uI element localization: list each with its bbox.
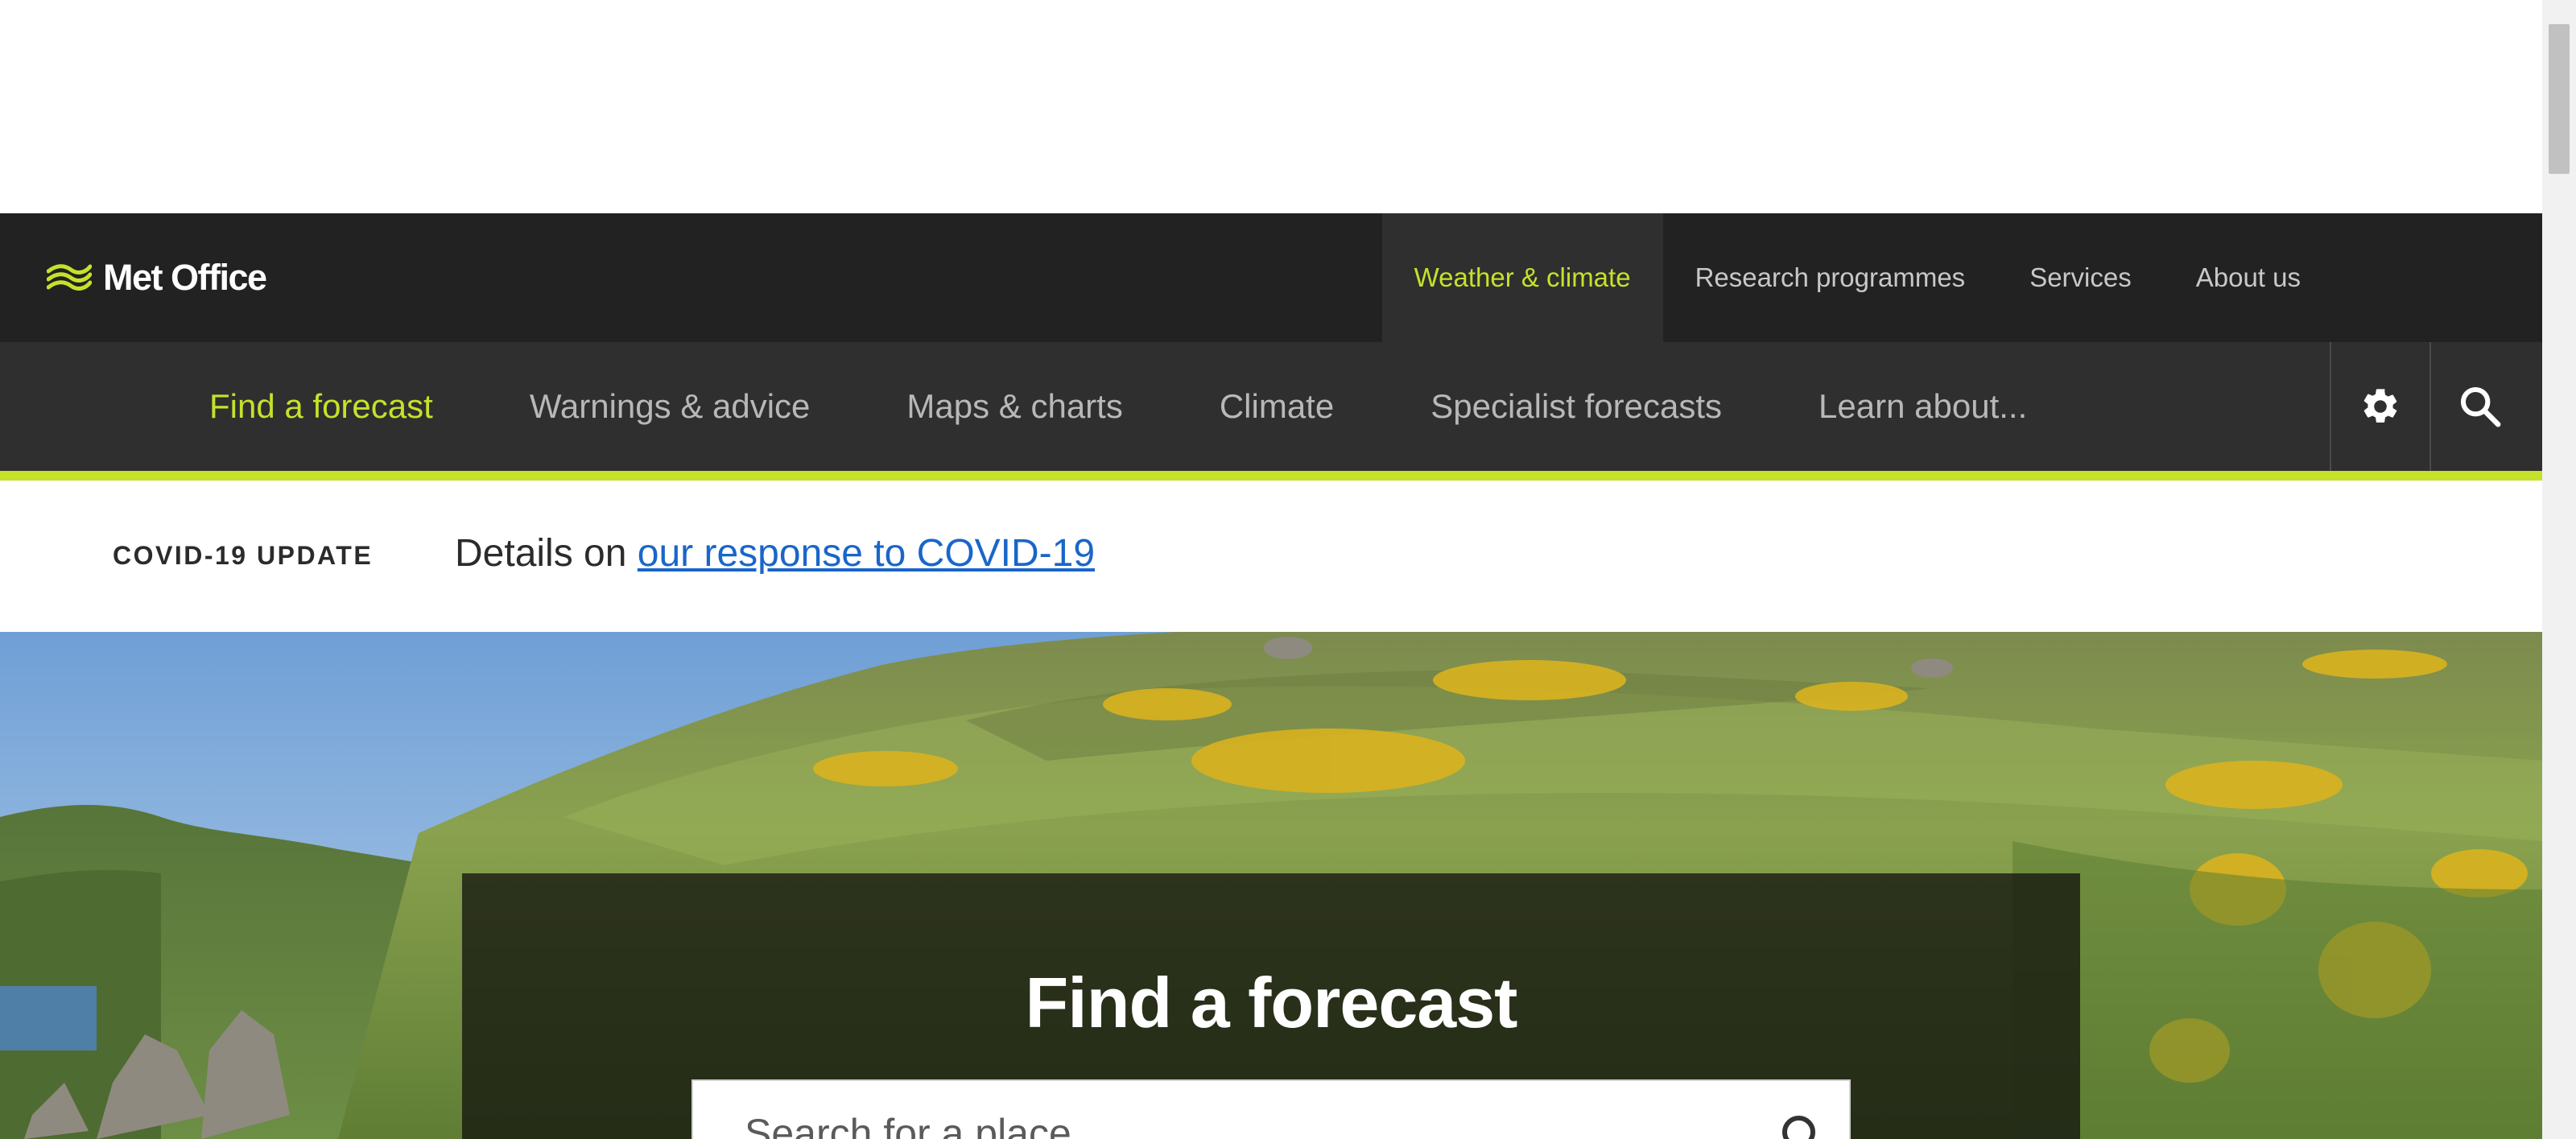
- met-office-logo[interactable]: Met Office: [47, 252, 267, 303]
- main-nav-specialist-forecasts[interactable]: Specialist forecasts: [1382, 342, 1770, 471]
- main-nav-items: Find a forecast Warnings & advice Maps &…: [161, 342, 2075, 471]
- main-nav-learn-about[interactable]: Learn about...: [1770, 342, 2075, 471]
- find-forecast-heading: Find a forecast: [1025, 963, 1518, 1042]
- top-nav-services[interactable]: Services: [1997, 213, 2164, 342]
- covid-label: COVID-19 UPDATE: [113, 541, 374, 570]
- logo-text: Met Office: [103, 257, 267, 298]
- covid-text-prefix: Details on: [455, 532, 638, 575]
- main-nav-maps-charts[interactable]: Maps & charts: [858, 342, 1170, 471]
- top-nav-research-programmes[interactable]: Research programmes: [1663, 213, 1998, 342]
- main-nav: Find a forecast Warnings & advice Maps &…: [0, 342, 2542, 471]
- ad-space: [0, 0, 2542, 213]
- site-header: Met Office Weather & climate Research pr…: [0, 213, 2542, 342]
- main-nav-climate[interactable]: Climate: [1171, 342, 1382, 471]
- scrollbar-thumb[interactable]: [2549, 24, 2570, 174]
- nav-accent-bar: [0, 471, 2542, 481]
- page-viewport: Met Office Weather & climate Research pr…: [0, 0, 2542, 1139]
- covid-response-link[interactable]: our response to COVID-19: [638, 532, 1095, 575]
- top-nav-weather-climate[interactable]: Weather & climate: [1381, 213, 1663, 342]
- covid-banner: [0, 481, 2542, 632]
- logo-waves-icon: [47, 264, 92, 291]
- place-search-box: [691, 1079, 1851, 1139]
- find-forecast-panel: Find a forecast: [462, 873, 2080, 1139]
- top-nav-about-us[interactable]: About us: [2164, 213, 2333, 342]
- place-search-input[interactable]: [693, 1081, 1740, 1139]
- main-nav-warnings-advice[interactable]: Warnings & advice: [481, 342, 859, 471]
- search-icon[interactable]: [1777, 1110, 1825, 1139]
- main-nav-find-a-forecast[interactable]: Find a forecast: [161, 342, 481, 471]
- covid-text: Details on our response to COVID-19: [455, 531, 1095, 576]
- gear-icon: [2363, 389, 2397, 423]
- search-icon: [2460, 386, 2501, 427]
- vertical-scrollbar[interactable]: [2542, 0, 2576, 1139]
- top-nav: Weather & climate Research programmes Se…: [1381, 213, 2333, 342]
- settings-button[interactable]: [2330, 342, 2429, 471]
- site-search-button[interactable]: [2429, 342, 2529, 471]
